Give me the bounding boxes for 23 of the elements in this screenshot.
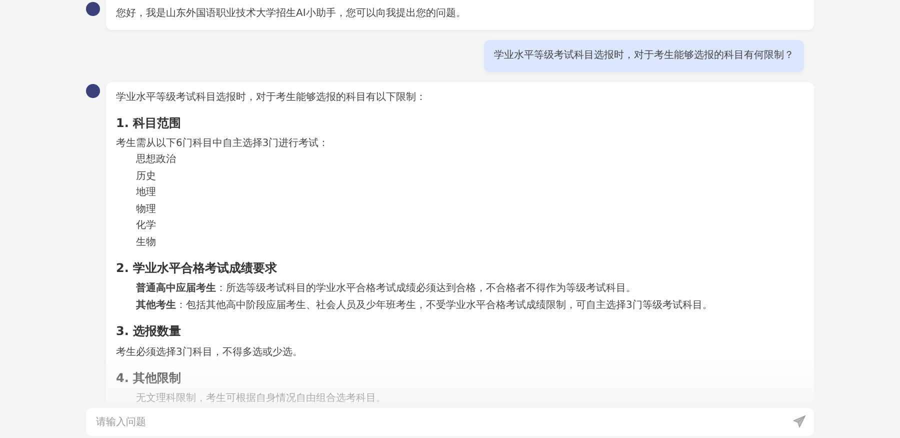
list-item-text: 地理	[136, 186, 157, 200]
section-heading: 4. 其他限制	[116, 370, 182, 387]
list-item-text: 生物	[136, 236, 157, 250]
send-icon	[793, 415, 806, 428]
message-text: 您好，我是山东外国语职业技术大学招生AI小助手，您可以向我提出您的问题。	[116, 6, 467, 21]
list-item-text: 普通高中应届考生：所选等级考试科目的学业水平合格考试成绩必须达到合格，不合格者不得作为等级考试科目。	[136, 281, 637, 296]
send-button[interactable]	[793, 415, 806, 428]
message-text: 考生需从以下6门科目中自主选择3门进行考试：	[116, 136, 330, 152]
section-heading: 2. 学业水平合格考试成绩要求	[116, 260, 278, 278]
list-item-text: 化学	[136, 219, 157, 234]
section-heading: 1. 科目范围	[116, 115, 182, 132]
list-item-text: 物理	[136, 202, 157, 217]
message-text: 学业水平等级考试科目选报时，对于考生能够选报的科目有以下限制：	[116, 90, 427, 105]
section-heading: 3. 选报数量	[116, 323, 182, 340]
question-input-field[interactable]: 请输入问题	[86, 408, 814, 436]
assistant-avatar-icon	[86, 2, 100, 16]
assistant-avatar-icon	[86, 84, 100, 98]
message-text: 考生必须选择3门科目，不得多选或少选。	[116, 346, 304, 360]
message-text: 学业水平等级考试科目选报时，对于考生能够选报的科目有何限制？	[494, 48, 794, 63]
list-item-text: 历史	[136, 170, 157, 184]
list-item-text: 其他考生：包括其他高中阶段应届考生、社会人员及少年班考生，不受学业水平合格考试成绩限制，可自主选择3门等级考试科目。	[136, 298, 714, 313]
list-item-text: 思想政治	[136, 152, 177, 168]
list-item-text: 无文理科限制，考生可根据自身情况自由组合选考科目。	[136, 392, 387, 402]
